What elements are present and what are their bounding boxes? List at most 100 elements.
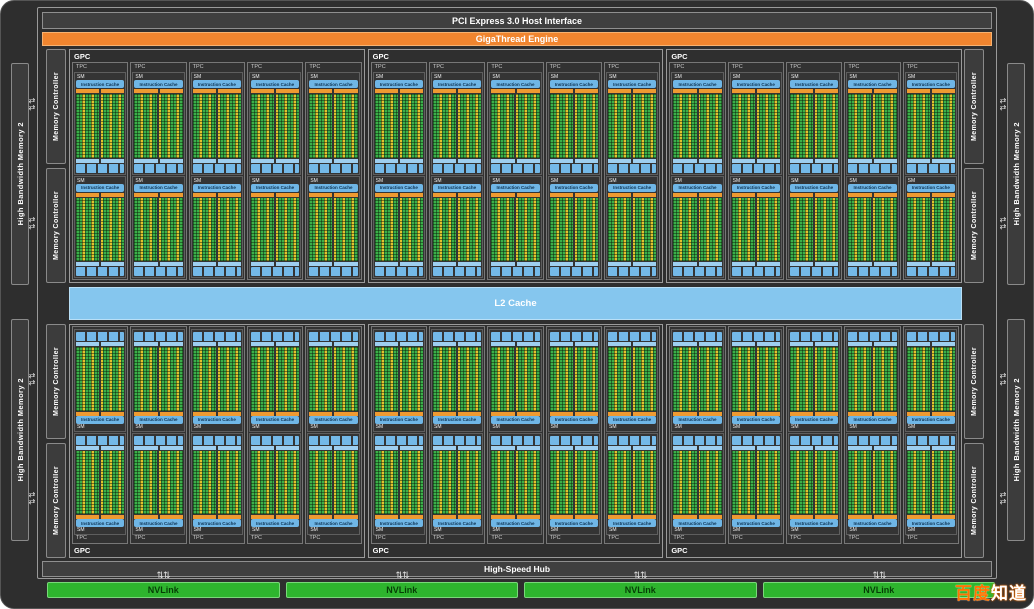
texture-units-band — [491, 332, 539, 341]
pci-express-host-interface-bar: PCI Express 3.0 Host Interface — [42, 12, 992, 29]
texture-units-band — [76, 332, 124, 341]
instruction-cache-bar: Instruction Cache — [608, 519, 656, 527]
sm-block: SM Instruction Cache — [307, 329, 359, 432]
register-file-bars — [848, 262, 896, 266]
core-grid — [76, 347, 124, 411]
texture-units-band — [375, 267, 423, 276]
sm-block: SM Instruction Cache — [606, 433, 658, 536]
instruction-cache-bar: Instruction Cache — [848, 80, 896, 88]
sm-label: SM — [491, 178, 539, 184]
instruction-cache-bar: Instruction Cache — [309, 519, 357, 527]
core-grid — [608, 347, 656, 411]
register-file-bars — [375, 446, 423, 450]
texture-units-band — [848, 436, 896, 445]
instruction-cache-bar: Instruction Cache — [550, 416, 598, 424]
core-grid — [732, 347, 780, 411]
warp-scheduler-bars — [433, 89, 481, 93]
warp-scheduler-bars — [76, 89, 124, 93]
hbm-link-arrow-icon: ⇄⇄ — [26, 97, 38, 111]
core-grid — [550, 347, 598, 411]
register-file-bars — [491, 446, 539, 450]
gpc-label: GPC — [370, 545, 662, 556]
instruction-cache-bar: Instruction Cache — [550, 184, 598, 192]
gpc-block: GPC TPC SM Instruction Cache SM Instruct… — [368, 324, 664, 558]
instruction-cache-bar: Instruction Cache — [251, 416, 299, 424]
tpc-block: TPC SM Instruction Cache SM Instruction … — [604, 326, 660, 544]
texture-units-band — [673, 436, 721, 445]
tpc-label: TPC — [489, 535, 541, 542]
warp-scheduler-bars — [907, 89, 955, 93]
tpc-block: TPC SM Instruction Cache SM Instruction … — [546, 326, 602, 544]
instruction-cache-bar: Instruction Cache — [375, 80, 423, 88]
instruction-cache-bar: Instruction Cache — [732, 519, 780, 527]
sm-block: SM Instruction Cache — [307, 176, 359, 279]
tpc-label: TPC — [905, 64, 957, 71]
memory-controller-label: Memory Controller — [53, 72, 60, 141]
tpc-block: TPC SM Instruction Cache SM Instruction … — [487, 326, 543, 544]
sm-block: SM Instruction Cache — [132, 329, 184, 432]
sm-block: SM Instruction Cache — [846, 329, 898, 432]
tpc-label: TPC — [788, 535, 840, 542]
core-grid — [673, 94, 721, 158]
register-file-bars — [76, 159, 124, 163]
sm-label: SM — [732, 424, 780, 430]
sm-label: SM — [907, 527, 955, 533]
instruction-cache-bar: Instruction Cache — [134, 80, 182, 88]
core-grid — [309, 94, 357, 158]
core-grid — [907, 347, 955, 411]
core-grid — [76, 198, 124, 262]
warp-scheduler-bars — [907, 193, 955, 197]
gpc-label: GPC — [370, 51, 662, 62]
instruction-cache-bar: Instruction Cache — [491, 416, 539, 424]
register-file-bars — [76, 342, 124, 346]
instruction-cache-bar: Instruction Cache — [491, 184, 539, 192]
core-grid — [309, 198, 357, 262]
sm-block: SM Instruction Cache — [905, 72, 957, 175]
texture-units-band — [251, 267, 299, 276]
warp-scheduler-bars — [790, 193, 838, 197]
instruction-cache-bar: Instruction Cache — [673, 184, 721, 192]
memory-controller-column-right: Memory Controller Memory Controller Memo… — [964, 49, 984, 558]
sm-block: SM Instruction Cache — [489, 176, 541, 279]
sm-block: SM Instruction Cache — [846, 72, 898, 175]
register-file-bars — [790, 446, 838, 450]
texture-units-band — [732, 267, 780, 276]
sm-block: SM Instruction Cache — [730, 72, 782, 175]
sm-label: SM — [848, 527, 896, 533]
core-grid — [673, 347, 721, 411]
core-grid — [790, 198, 838, 262]
tpc-label: TPC — [307, 535, 359, 542]
texture-units-band — [375, 436, 423, 445]
tpc-block: TPC SM Instruction Cache SM Instruction … — [371, 326, 427, 544]
instruction-cache-bar: Instruction Cache — [848, 519, 896, 527]
tpc-block: TPC SM Instruction Cache SM Instruction … — [786, 326, 842, 544]
register-file-bars — [550, 342, 598, 346]
instruction-cache-bar: Instruction Cache — [251, 80, 299, 88]
core-grid — [134, 347, 182, 411]
watermark-part2: 知道 — [991, 584, 1027, 603]
texture-units-band — [134, 332, 182, 341]
memory-controller-label: Memory Controller — [53, 466, 60, 535]
instruction-cache-bar: Instruction Cache — [433, 519, 481, 527]
texture-units-band — [790, 267, 838, 276]
instruction-cache-bar: Instruction Cache — [608, 416, 656, 424]
texture-units-band — [608, 436, 656, 445]
hbm-link-arrow-icon: ⇄⇄ — [997, 491, 1009, 505]
hbm-link-arrow-icon: ⇄⇄ — [26, 372, 38, 386]
warp-scheduler-bars — [193, 193, 241, 197]
core-grid — [251, 347, 299, 411]
tpc-block: TPC SM Instruction Cache SM Instruction … — [130, 62, 186, 280]
instruction-cache-bar: Instruction Cache — [134, 416, 182, 424]
register-file-bars — [848, 342, 896, 346]
warp-scheduler-bars — [375, 193, 423, 197]
warp-scheduler-bars — [491, 193, 539, 197]
register-file-bars — [848, 159, 896, 163]
core-grid — [907, 451, 955, 515]
register-file-bars — [375, 262, 423, 266]
register-file-bars — [134, 262, 182, 266]
sm-block: SM Instruction Cache — [548, 176, 600, 279]
sm-block: SM Instruction Cache — [74, 176, 126, 279]
sm-block: SM Instruction Cache — [307, 433, 359, 536]
instruction-cache-bar: Instruction Cache — [608, 184, 656, 192]
sm-block: SM Instruction Cache — [132, 72, 184, 175]
